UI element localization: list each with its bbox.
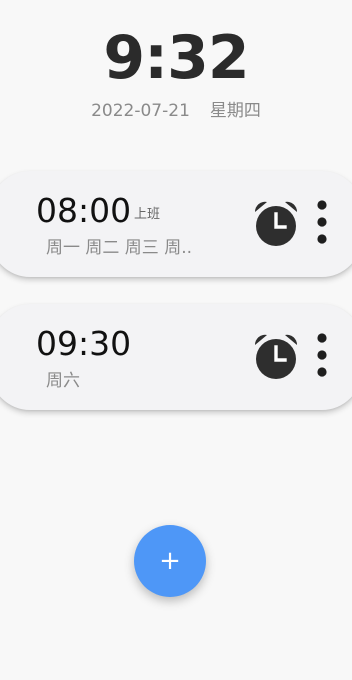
alarm-tag: 上班 <box>134 207 161 222</box>
alarm-clock-icon[interactable] <box>250 330 302 382</box>
alarm-clock-icon[interactable] <box>250 197 302 249</box>
date-text: 2022-07-21 <box>91 101 190 121</box>
alarm-days: 周一 周二 周三 周.. <box>46 238 193 258</box>
alarm-time: 09:30 <box>36 324 132 363</box>
weekday-text: 星期四 <box>209 101 261 121</box>
alarm-card-1[interactable]: 08:00 上班 周一 周二 周三 周.. <box>0 171 352 277</box>
more-options-icon[interactable] <box>316 199 328 251</box>
more-options-icon[interactable] <box>316 332 328 384</box>
alarm-time: 08:00 <box>36 191 132 230</box>
alarm-card-2[interactable]: 09:30 周六 <box>0 304 352 410</box>
add-alarm-button[interactable]: + <box>134 525 206 597</box>
clock-date: 2022-07-21 星期四 <box>0 101 352 121</box>
alarm-days: 周六 <box>46 371 80 391</box>
clock-time: 9:32 <box>103 23 249 93</box>
